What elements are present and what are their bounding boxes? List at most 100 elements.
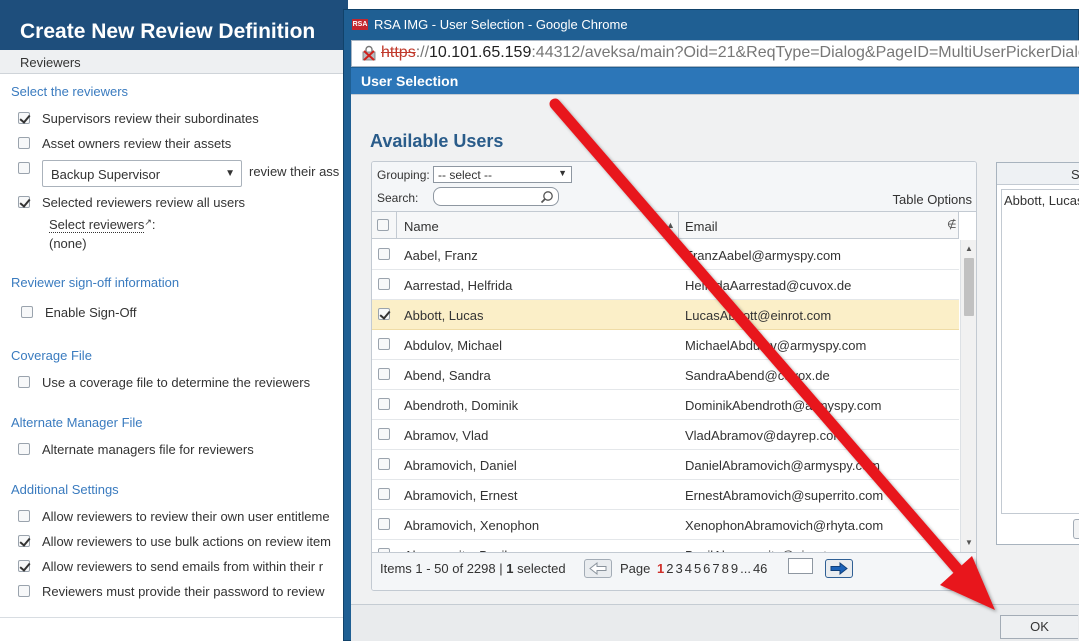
page-link[interactable]: 3 (675, 561, 682, 576)
page-link[interactable]: 5 (694, 561, 701, 576)
table-row[interactable]: Abramovich, Ernest ErnestAbramovich@super… (372, 480, 959, 510)
option-own-entitlements[interactable]: Allow reviewers to review their own user… (18, 508, 330, 524)
table-row[interactable]: Abend, Sandra SandraAbend@cuvox.de (372, 360, 959, 390)
row-checkbox[interactable] (378, 278, 390, 290)
section-additional: Additional Settings (11, 482, 119, 497)
supervisors-checkbox[interactable] (18, 112, 30, 124)
enable-signoff-checkbox[interactable] (21, 306, 33, 318)
column-menu-icon[interactable]: ∉ (947, 218, 957, 231)
scroll-down-icon[interactable]: ▼ (965, 538, 973, 547)
page-label: Page (620, 561, 651, 576)
page-link[interactable]: 4 (685, 561, 692, 576)
chevron-down-icon: ▼ (558, 168, 567, 178)
select-all-checkbox[interactable] (377, 219, 389, 231)
option-enable-signoff[interactable]: Enable Sign-Off (21, 304, 137, 320)
table-row[interactable]: Aabel, Franz FranzAabel@armyspy.com (372, 240, 959, 270)
external-link-icon: ↗ (144, 217, 152, 227)
arrow-right-icon (830, 561, 848, 576)
user-email: FranzAabel@armyspy.com (685, 248, 841, 263)
column-header-name[interactable]: Name (404, 219, 439, 234)
row-checkbox[interactable] (378, 368, 390, 380)
search-icon[interactable] (540, 190, 554, 204)
scroll-up-icon[interactable]: ▲ (965, 244, 973, 253)
table-row[interactable]: Abbott, Lucas LucasAbbott@einrot.com (372, 300, 959, 330)
option-supervisors[interactable]: Supervisors review their subordinates (18, 110, 259, 126)
column-header-email[interactable]: Email (685, 219, 718, 234)
url-text: https://10.101.65.159:44312/aveksa/main?… (381, 44, 1079, 61)
page-link[interactable]: 6 (703, 561, 710, 576)
row-checkbox[interactable] (378, 488, 390, 500)
next-page-button[interactable] (825, 559, 853, 578)
table-row[interactable]: Abramov, Vlad VladAbramov@dayrep.com (372, 420, 959, 450)
page-link[interactable]: 8 (722, 561, 729, 576)
coverage-file-checkbox[interactable] (18, 376, 30, 388)
search-input[interactable] (433, 187, 559, 206)
page-link[interactable]: 46 (753, 561, 767, 576)
row-checkbox[interactable] (378, 338, 390, 350)
backup-checkbox[interactable] (18, 162, 30, 174)
address-bar[interactable]: https://10.101.65.159:44312/aveksa/main?… (351, 40, 1079, 67)
row-checkbox[interactable] (378, 398, 390, 410)
row-checkbox[interactable] (378, 308, 390, 320)
bulk-actions-checkbox[interactable] (18, 535, 30, 547)
page-link[interactable]: 2 (666, 561, 673, 576)
send-emails-checkbox[interactable] (18, 560, 30, 572)
user-name: Abendroth, Dominik (404, 398, 519, 413)
rsa-logo: RSA (352, 19, 368, 30)
remove-button[interactable] (1073, 519, 1079, 539)
grouping-select[interactable]: -- select -- ▼ (433, 166, 572, 183)
option-bulk-actions[interactable]: Allow reviewers to use bulk actions on r… (18, 533, 331, 549)
selected-reviewers-checkbox[interactable] (18, 196, 30, 208)
ok-button[interactable]: OK (1000, 615, 1078, 639)
window-titlebar[interactable]: RSA RSA IMG - User Selection - Google Ch… (344, 10, 1079, 40)
page-link[interactable]: 7 (712, 561, 719, 576)
page-link[interactable]: 9 (731, 561, 738, 576)
option-asset-owners[interactable]: Asset owners review their assets (18, 135, 231, 151)
row-checkbox[interactable] (378, 428, 390, 440)
user-email: SandraAbend@cuvox.de (685, 368, 830, 383)
section-select-reviewers: Select the reviewers (11, 84, 129, 99)
table-row[interactable]: Abendroth, Dominik DominikAbendroth@armys… (372, 390, 959, 420)
tab-reviewers[interactable]: Reviewers (20, 55, 81, 70)
asset-owners-checkbox[interactable] (18, 137, 30, 149)
table-row[interactable]: Abramovich, Daniel DanielAbramovich@armys… (372, 450, 959, 480)
page-link[interactable]: ... (740, 561, 751, 576)
sort-up-icon: ▲ (666, 220, 675, 230)
row-checkbox[interactable] (378, 518, 390, 530)
table-row[interactable]: Aarrestad, Helfrida HelfridaAarrestad@cuv… (372, 270, 959, 300)
table-row[interactable]: Abdulov, Michael MichaelAbdulov@armyspy.c… (372, 330, 959, 360)
vertical-scrollbar[interactable]: ▲ ▼ (960, 240, 976, 552)
select-reviewers: Select reviewers↗: (49, 217, 156, 233)
page-link[interactable]: 1 (657, 561, 664, 576)
table-options-link[interactable]: Table Options (893, 192, 973, 207)
page-number-input[interactable] (788, 558, 813, 574)
scroll-thumb[interactable] (964, 258, 974, 316)
select-reviewers-link[interactable]: Select reviewers (49, 217, 145, 233)
user-email: XenophonAbramovich@rhyta.com (685, 518, 884, 533)
table-row[interactable]: Abramovich, Xenophon XenophonAbramovich@r… (372, 510, 959, 540)
user-name: Abramovich, Ernest (404, 488, 518, 503)
option-selected-reviewers[interactable]: Selected reviewers review all users (18, 194, 245, 210)
users-grid: Aabel, Franz FranzAabel@armyspy.com Aarres… (372, 240, 959, 552)
option-alt-managers[interactable]: Alternate managers file for reviewers (18, 441, 254, 457)
option-send-emails[interactable]: Allow reviewers to send emails from with… (18, 558, 323, 574)
backup-supervisor-select[interactable]: Backup Supervisor ▼ (42, 160, 242, 187)
selected-users-list[interactable]: Abbott, Lucas (1001, 189, 1079, 514)
row-checkbox[interactable] (378, 458, 390, 470)
option-coverage-file[interactable]: Use a coverage file to determine the rev… (18, 374, 310, 390)
password-checkbox[interactable] (18, 585, 30, 597)
option-backup[interactable] (18, 160, 42, 176)
grouping-label: Grouping: (377, 168, 430, 182)
user-email: MichaelAbdulov@armyspy.com (685, 338, 867, 353)
page-header: Create New Review Definition (0, 0, 348, 50)
table-row[interactable]: Abramowitz, BasilBasilAbramowitz@einrot.… (372, 540, 959, 552)
user-name: Abramovich, Daniel (404, 458, 517, 473)
own-entitlements-checkbox[interactable] (18, 510, 30, 522)
option-password[interactable]: Reviewers must provide their password to… (18, 583, 325, 599)
available-users-title: Available Users (370, 131, 504, 151)
prev-page-button[interactable] (584, 559, 612, 578)
alt-managers-checkbox[interactable] (18, 443, 30, 455)
window-title: RSA IMG - User Selection - Google Chrome (374, 17, 628, 32)
row-checkbox[interactable] (378, 248, 390, 260)
selected-user-item[interactable]: Abbott, Lucas (1004, 193, 1079, 208)
